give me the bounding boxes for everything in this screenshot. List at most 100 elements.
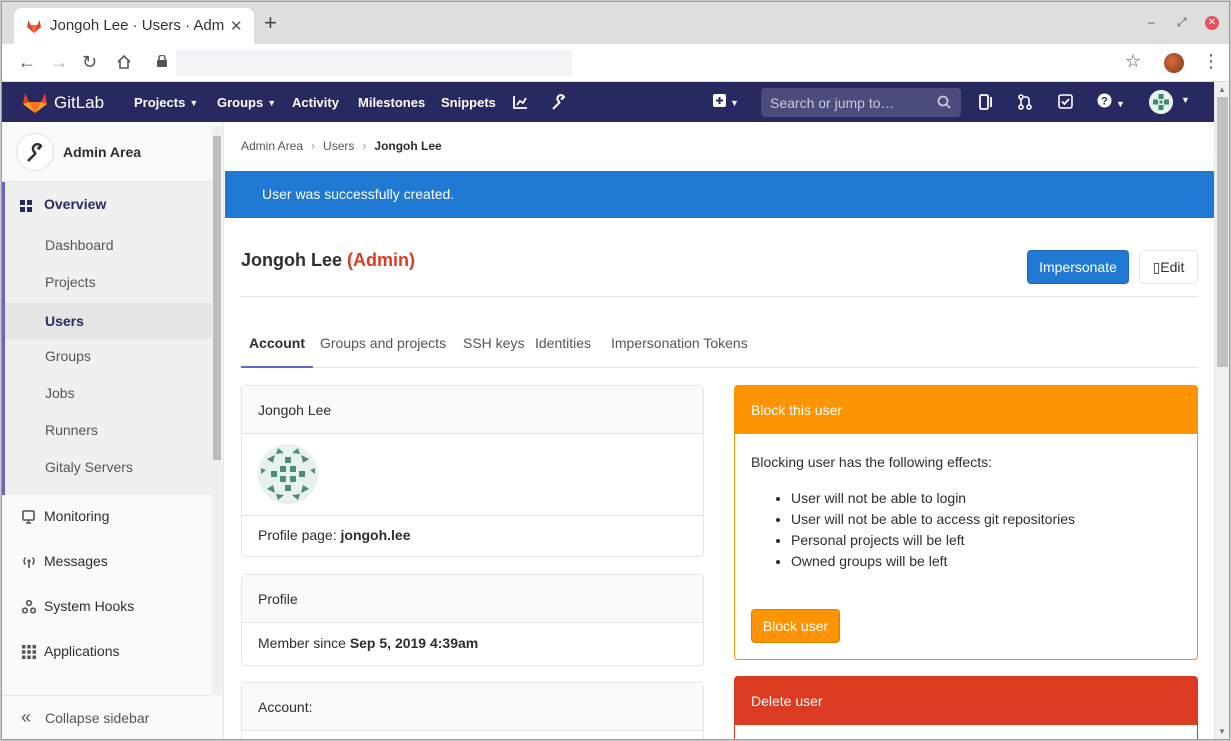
sidebar-item-label: Runners: [45, 422, 98, 438]
sidebar-item-users[interactable]: Users: [5, 303, 212, 339]
user-identicon: [258, 444, 318, 504]
nav-snippets[interactable]: Snippets: [441, 95, 496, 110]
block-effects-list: User will not be able to login User will…: [751, 488, 1181, 572]
help-menu[interactable]: ? ▼: [1097, 93, 1125, 112]
browser-menu-icon[interactable]: ⋮: [1202, 51, 1220, 72]
browser-profile-avatar[interactable]: [1164, 53, 1184, 73]
sidebar-item-gitaly-servers[interactable]: Gitaly Servers: [2, 451, 212, 483]
browser-window: Jongoh Lee · Users · Admin Area ✕ + – ⤢ …: [1, 1, 1230, 740]
reload-icon[interactable]: ↻: [82, 52, 97, 73]
sidebar-context[interactable]: Admin Area: [2, 122, 212, 182]
chevron-down-icon: ▼: [267, 98, 277, 108]
sidebar-item-overview[interactable]: Overview: [2, 188, 212, 220]
list-item: User will not be able to login: [791, 488, 1181, 509]
search-input[interactable]: [761, 88, 931, 117]
sidebar-item-jobs[interactable]: Jobs: [2, 377, 212, 409]
chart-icon[interactable]: [513, 95, 528, 109]
sidebar-item-applications[interactable]: Applications: [2, 635, 212, 667]
profile-card: Profile Member since Sep 5, 2019 4:39am: [241, 574, 704, 666]
sidebar-item-label: Projects: [45, 274, 96, 290]
user-avatar[interactable]: [1149, 90, 1173, 114]
profile-card-header: Profile: [242, 575, 703, 623]
block-user-button[interactable]: Block user: [751, 609, 840, 643]
wrench-icon[interactable]: [551, 94, 566, 110]
restore-icon[interactable]: ⤢: [1177, 15, 1187, 30]
address-bar: ← → ↻ ☆ ⋮: [2, 44, 1229, 82]
lock-icon: [157, 55, 167, 67]
sidebar-item-projects[interactable]: Projects: [2, 266, 212, 298]
delete-user-card-header: Delete user: [735, 677, 1197, 725]
title-divider: [241, 296, 1198, 297]
sidebar-item-label: Monitoring: [44, 508, 110, 524]
block-effects-intro: Blocking user has the following effects:: [751, 454, 992, 470]
page-scrollbar-thumb[interactable]: [1217, 97, 1228, 367]
sidebar-toggle-icon[interactable]: [979, 94, 993, 110]
tab-identities[interactable]: Identities: [535, 335, 591, 368]
sidebar-item-label: Jobs: [45, 385, 75, 401]
block-user-card: Block this user Blocking user has the fo…: [734, 385, 1198, 660]
user-info-card: Jongoh Lee Profile page: jongoh.lee: [241, 385, 704, 557]
gitlab-logo-icon[interactable]: [22, 90, 48, 114]
todo-icon[interactable]: [1058, 94, 1073, 109]
wrench-icon: [27, 143, 43, 162]
nav-projects[interactable]: Projects ▼: [134, 95, 198, 110]
profile-page-link[interactable]: jongoh.lee: [341, 527, 411, 543]
breadcrumb-current[interactable]: Jongoh Lee: [374, 139, 441, 153]
merge-request-icon[interactable]: [1018, 94, 1032, 110]
new-tab-icon[interactable]: +: [264, 12, 277, 34]
sidebar-item-messages[interactable]: Messages: [2, 545, 212, 577]
url-field[interactable]: [176, 50, 572, 76]
breadcrumb-users[interactable]: Users: [323, 139, 354, 153]
sidebar-item-label: Dashboard: [45, 237, 114, 253]
monitor-icon: [22, 510, 35, 524]
browser-tab[interactable]: Jongoh Lee · Users · Admin Area ✕: [14, 8, 254, 44]
page-scrollbar[interactable]: ▲ ▼: [1214, 82, 1229, 739]
sidebar-item-label: Users: [45, 313, 84, 329]
nav-activity[interactable]: Activity: [292, 95, 339, 110]
impersonate-button[interactable]: Impersonate: [1027, 250, 1129, 284]
user-identicon-row: [242, 434, 703, 516]
sidebar-item-system-hooks[interactable]: System Hooks: [2, 590, 212, 622]
nav-groups-label: Groups: [217, 95, 264, 110]
home-icon[interactable]: [116, 54, 132, 70]
back-icon[interactable]: ←: [18, 52, 36, 73]
sidebar-item-runners[interactable]: Runners: [2, 414, 212, 446]
gitlab-navbar: GitLab Projects ▼ Groups ▼ Activity Milest…: [2, 82, 1214, 122]
tab-title: Jongoh Lee · Users · Admin Area: [50, 17, 225, 34]
new-plus-icon[interactable]: ▼: [713, 94, 739, 111]
tab-groups-and-projects[interactable]: Groups and projects: [320, 335, 446, 368]
tab-ssh-keys[interactable]: SSH keys: [463, 335, 524, 368]
search-icon: [937, 95, 951, 109]
nav-groups[interactable]: Groups ▼: [217, 95, 276, 110]
scroll-up-icon[interactable]: ▲: [1218, 85, 1226, 94]
question-icon: ?: [1097, 93, 1112, 108]
gitlab-brand[interactable]: GitLab: [54, 93, 104, 113]
tab-account[interactable]: Account: [241, 335, 313, 368]
account-card: Account:: [241, 682, 704, 739]
sidebar-item-dashboard[interactable]: Dashboard: [2, 229, 212, 261]
tab-impersonation-tokens[interactable]: Impersonation Tokens: [611, 335, 748, 368]
search-box[interactable]: [761, 88, 961, 117]
tab-close-icon[interactable]: ✕: [230, 17, 243, 35]
user-info-card-header: Jongoh Lee: [242, 386, 703, 434]
edit-button[interactable]: ▯Edit: [1139, 250, 1198, 284]
minimize-icon[interactable]: –: [1148, 15, 1155, 29]
breadcrumb-admin-area[interactable]: Admin Area: [241, 139, 303, 153]
user-name: Jongoh Lee: [241, 250, 343, 270]
sidebar-scrollbar-thumb[interactable]: [213, 136, 221, 460]
double-chevron-left-icon: «: [21, 707, 32, 727]
sidebar-item-groups[interactable]: Groups: [2, 340, 212, 372]
sidebar-context-title: Admin Area: [63, 144, 142, 160]
browser-tabbar: Jongoh Lee · Users · Admin Area ✕ + – ⤢ …: [2, 2, 1229, 44]
forward-icon[interactable]: →: [50, 52, 68, 73]
collapse-sidebar-button[interactable]: « Collapse sidebar: [2, 695, 212, 739]
window-close-icon[interactable]: ✕: [1205, 16, 1219, 30]
sidebar-item-label: Gitaly Servers: [45, 459, 133, 475]
nav-milestones[interactable]: Milestones: [358, 95, 425, 110]
chevron-down-icon[interactable]: ▼: [1181, 95, 1190, 105]
bookmark-star-icon[interactable]: ☆: [1125, 51, 1141, 72]
sidebar-item-label: System Hooks: [44, 598, 135, 614]
sidebar-item-monitoring[interactable]: Monitoring: [2, 500, 212, 532]
member-since-value: Sep 5, 2019 4:39am: [349, 635, 479, 651]
scroll-down-icon[interactable]: ▼: [1218, 727, 1226, 736]
